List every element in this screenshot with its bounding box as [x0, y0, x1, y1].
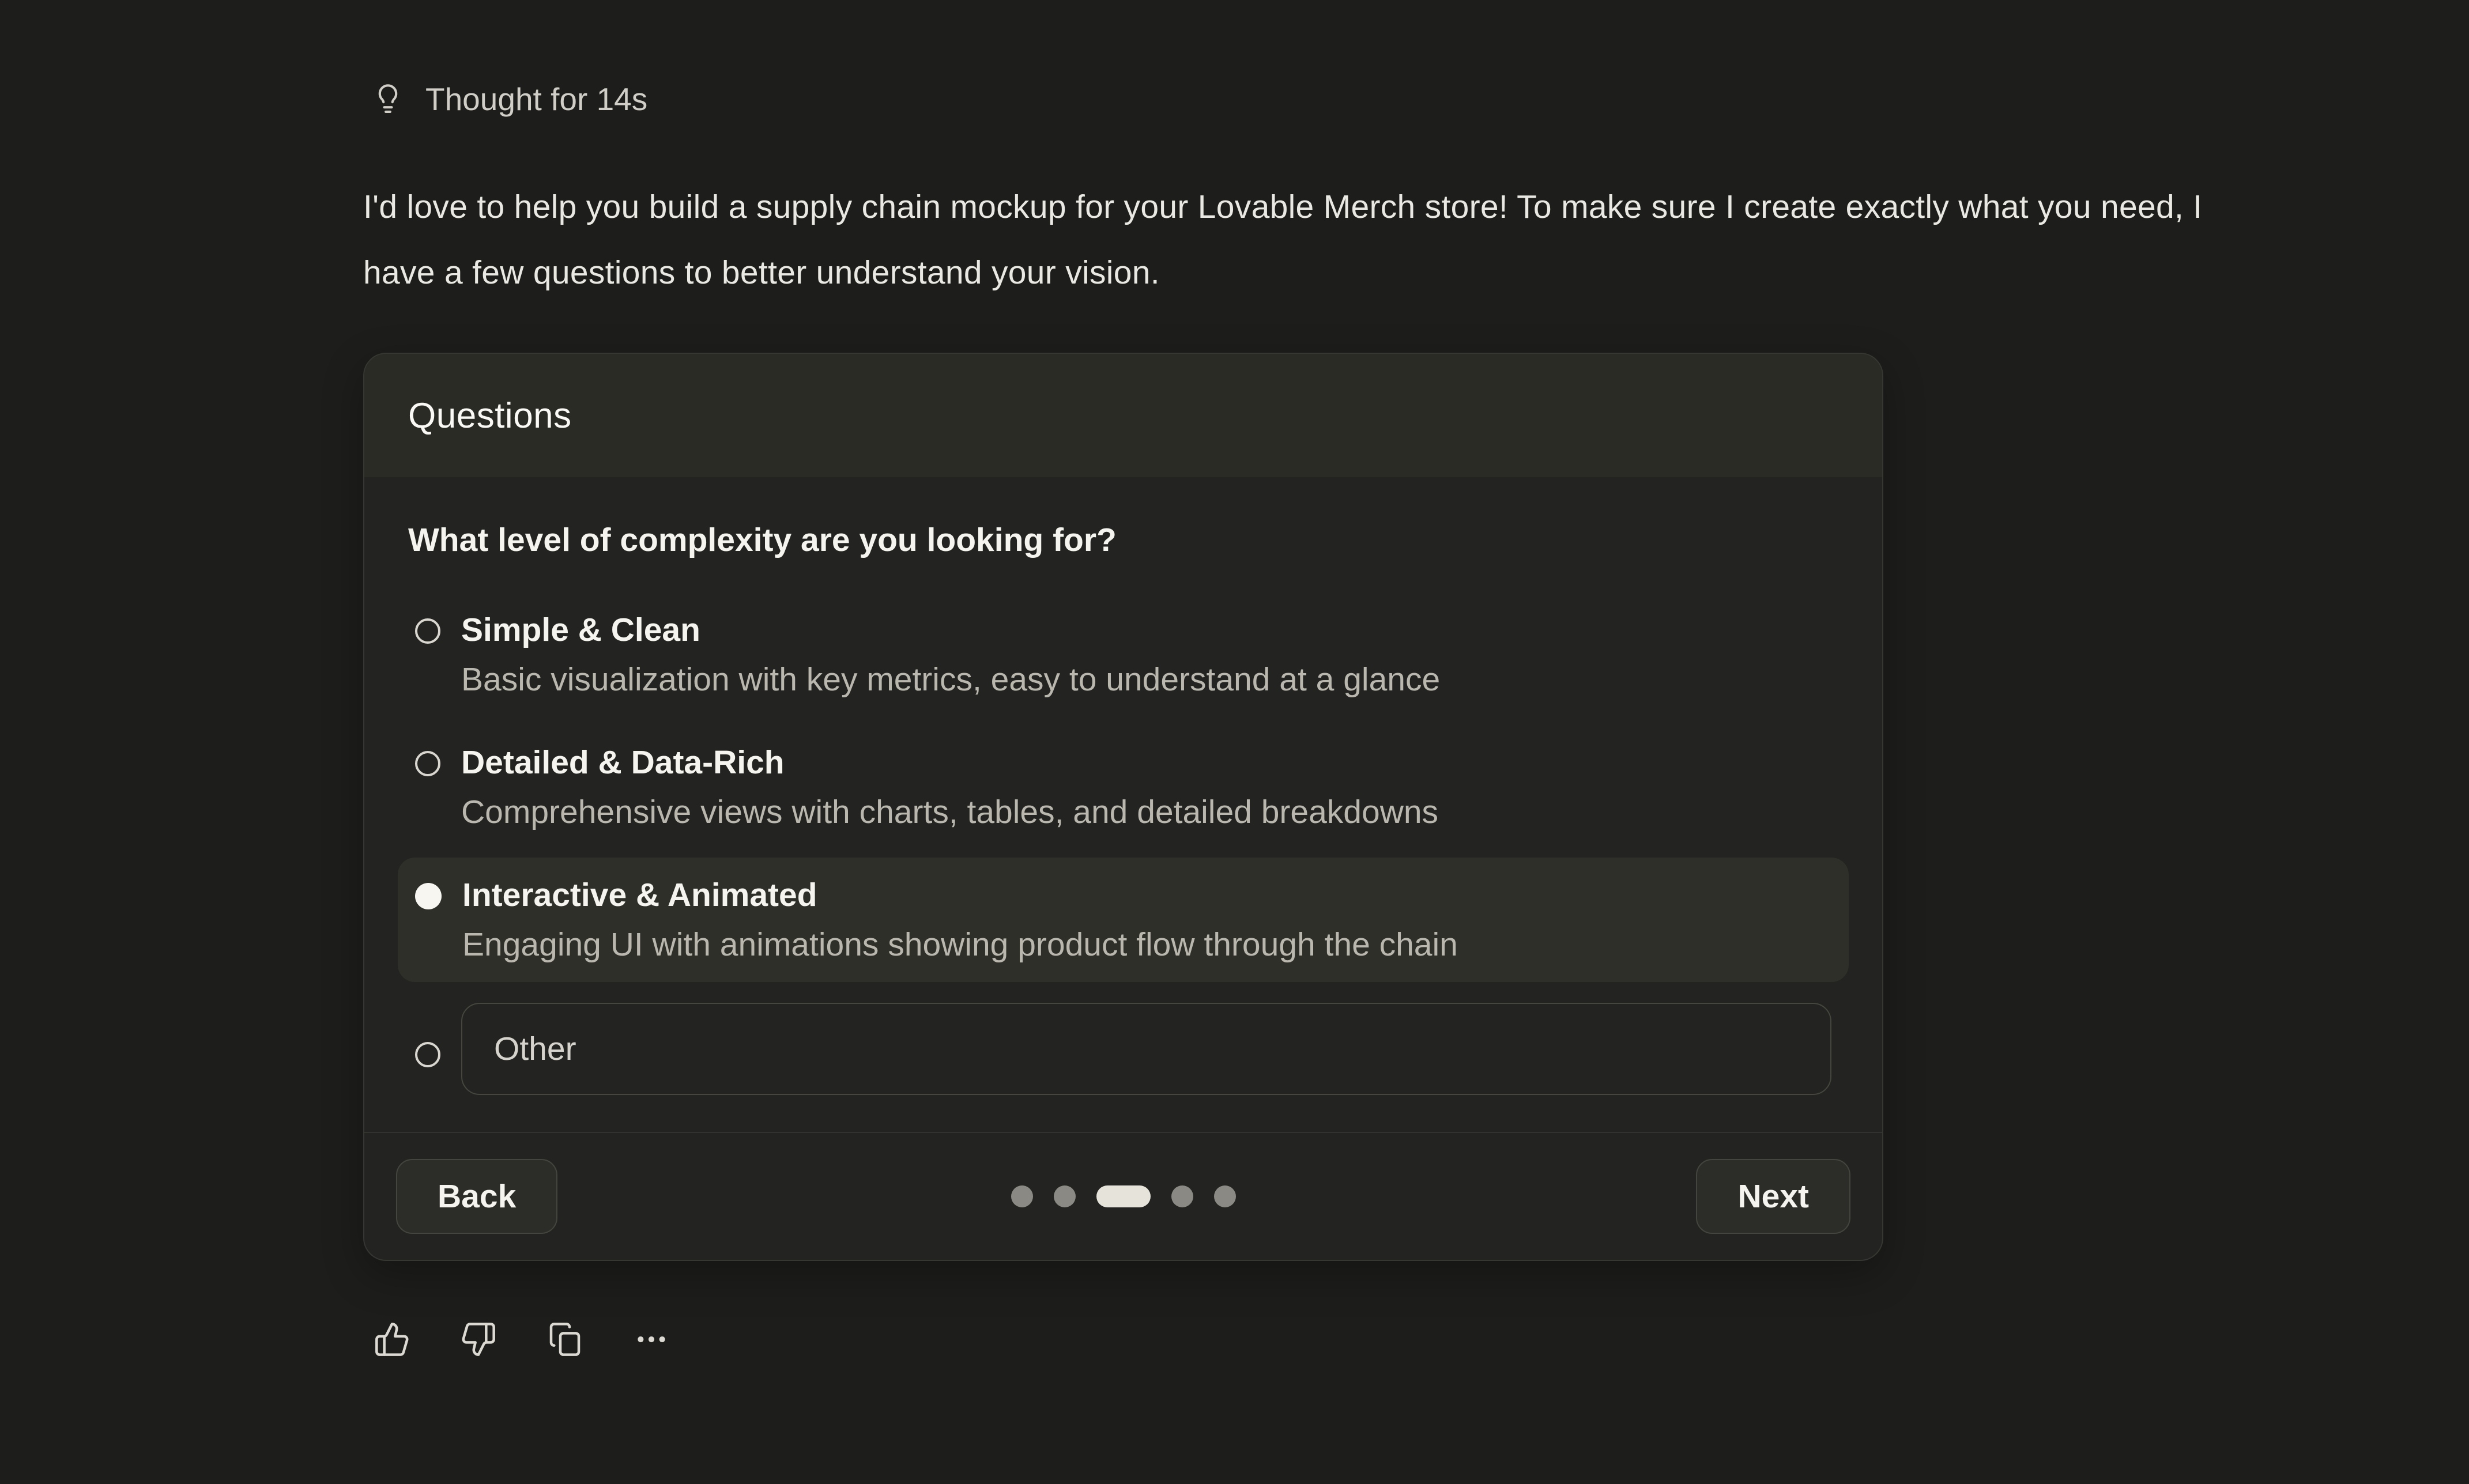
pagination-dot	[1171, 1185, 1193, 1207]
pagination-dots	[1011, 1185, 1236, 1207]
option-description: Comprehensive views with charts, tables,…	[461, 789, 1438, 835]
thumbs-down-icon	[460, 1321, 497, 1358]
questions-card-header: Questions	[364, 354, 1882, 477]
option-title: Simple & Clean	[461, 607, 1440, 653]
thumbs-up-button[interactable]	[374, 1321, 410, 1358]
thinking-summary[interactable]: Thought for 14s	[370, 81, 2254, 118]
option-other	[398, 1003, 1849, 1095]
more-options-button[interactable]	[633, 1321, 670, 1358]
copy-button[interactable]	[546, 1321, 583, 1358]
option-detailed-data-rich[interactable]: Detailed & Data-Rich Comprehensive views…	[398, 725, 1849, 849]
radio-unselected[interactable]	[415, 618, 440, 644]
back-button[interactable]: Back	[396, 1159, 557, 1234]
option-interactive-animated[interactable]: Interactive & Animated Engaging UI with …	[398, 858, 1849, 982]
option-title: Detailed & Data-Rich	[461, 739, 1438, 786]
radio-unselected[interactable]	[415, 1042, 440, 1067]
thumbs-down-button[interactable]	[460, 1321, 497, 1358]
other-option-input[interactable]	[461, 1003, 1831, 1095]
lightbulb-icon	[370, 81, 406, 117]
option-title: Interactive & Animated	[462, 872, 1458, 918]
question-text: What level of complexity are you looking…	[408, 521, 1849, 559]
chat-message-block: Thought for 14s I'd love to help you bui…	[363, 81, 2254, 1358]
thinking-label: Thought for 14s	[425, 81, 647, 118]
pagination-dot-active	[1096, 1185, 1151, 1207]
option-description: Basic visualization with key metrics, ea…	[461, 656, 1440, 703]
radio-selected[interactable]	[415, 883, 442, 909]
pagination-dot	[1214, 1185, 1236, 1207]
pagination-dot	[1011, 1185, 1033, 1207]
option-simple-clean[interactable]: Simple & Clean Basic visualization with …	[398, 592, 1849, 717]
radio-unselected[interactable]	[415, 751, 440, 776]
assistant-message-text: I'd love to help you build a supply chai…	[363, 174, 2231, 305]
next-button[interactable]: Next	[1696, 1159, 1850, 1234]
questions-card: Questions What level of complexity are y…	[363, 353, 1883, 1261]
questions-card-footer: Back Next	[364, 1132, 1882, 1260]
card-title: Questions	[408, 395, 572, 436]
more-options-icon	[633, 1321, 670, 1358]
thumbs-up-icon	[374, 1321, 410, 1358]
pagination-dot	[1054, 1185, 1076, 1207]
message-actions-toolbar	[374, 1321, 2254, 1358]
option-description: Engaging UI with animations showing prod…	[462, 922, 1458, 968]
copy-icon	[546, 1321, 583, 1358]
questions-card-body: What level of complexity are you looking…	[364, 477, 1882, 1132]
